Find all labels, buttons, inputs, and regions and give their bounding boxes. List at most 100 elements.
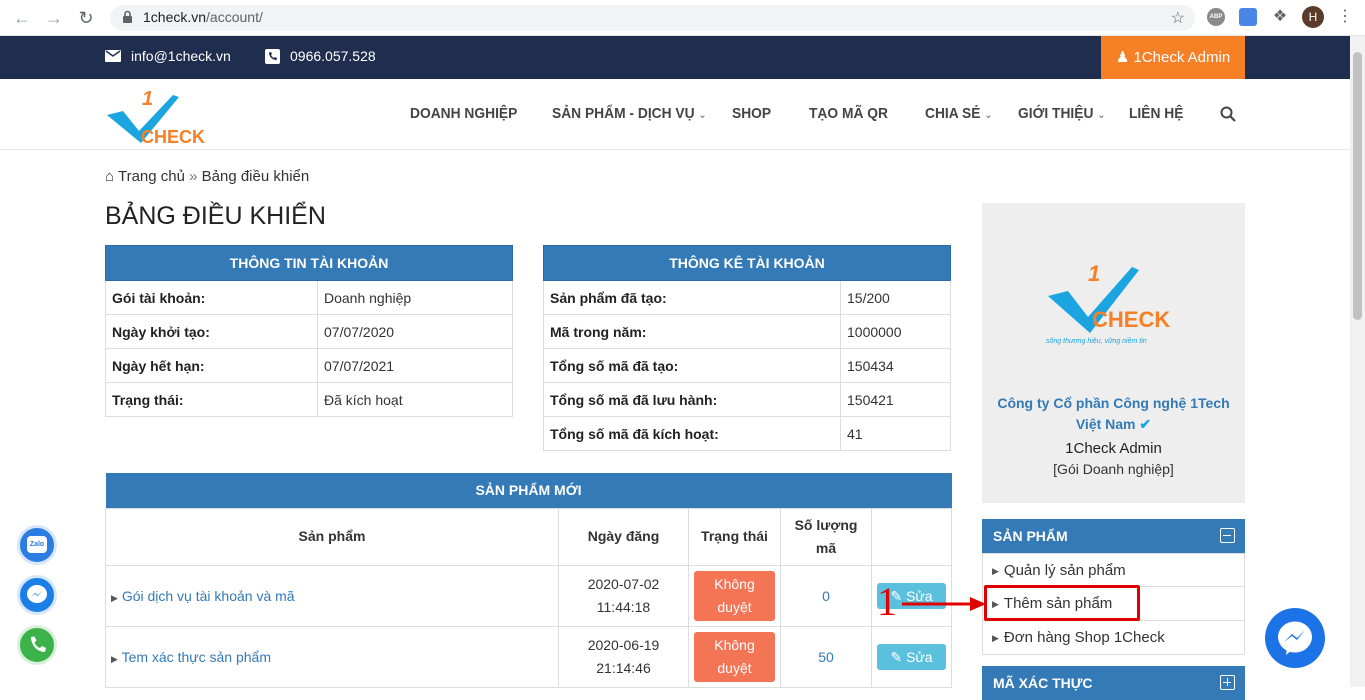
caret-right-icon: ▶ bbox=[111, 653, 118, 664]
row-key: Gói tài khoản: bbox=[105, 280, 318, 315]
status-cell: Không duyệt bbox=[688, 625, 781, 688]
phone-contact[interactable]: 0966.057.528 bbox=[265, 48, 376, 64]
row-key: Tổng số mã đã tạo: bbox=[543, 348, 841, 383]
reload-icon[interactable]: ↻ bbox=[76, 8, 96, 28]
new-products-table: SẢN PHẨM MỚI Sản phẩm Ngày đăng Trạng th… bbox=[105, 473, 952, 688]
email-text: info@1check.vn bbox=[131, 48, 231, 64]
site-logo[interactable]: 1 CHECK bbox=[105, 87, 215, 145]
edit-button[interactable]: ✎ Sửa bbox=[877, 643, 946, 670]
panel-title: SẢN PHẨM bbox=[993, 528, 1068, 544]
page-title: BẢNG ĐIỀU KHIỂN bbox=[105, 202, 326, 230]
breadcrumb-separator: » bbox=[189, 168, 198, 185]
account-stats-title: THÔNG KÊ TÀI KHOẢN bbox=[543, 245, 951, 281]
table-row: ▶ Gói dịch vụ tài khoản và mã 2020-07-02… bbox=[105, 564, 952, 627]
chevron-down-icon: ⌄ bbox=[1097, 109, 1106, 121]
pencil-icon: ✎ bbox=[890, 648, 903, 665]
col-header-date: Ngày đăng bbox=[558, 507, 689, 566]
status-cell: Không duyệt bbox=[688, 564, 781, 627]
extensions-puzzle-icon[interactable]: ❖ bbox=[1271, 8, 1289, 26]
messenger-chat-button[interactable] bbox=[17, 575, 57, 615]
nav-doanh-nghiep[interactable]: DOANH NGHIỆP bbox=[410, 105, 517, 122]
product-name-cell[interactable]: ▶ Tem xác thực sản phẩm bbox=[105, 625, 559, 688]
table-header-row: Sản phẩm Ngày đăng Trạng thái Số lượng mã bbox=[105, 507, 952, 566]
phone-call-icon bbox=[31, 636, 46, 652]
messenger-icon bbox=[1278, 621, 1312, 655]
messenger-fab-button[interactable] bbox=[1265, 608, 1325, 668]
date-cell: 2020-07-02 11:44:18 bbox=[558, 564, 689, 627]
call-phone-button[interactable] bbox=[17, 625, 57, 665]
col-header-status: Trạng thái bbox=[688, 507, 781, 566]
home-icon: ⌂ bbox=[105, 168, 115, 185]
svg-text:CHECK: CHECK bbox=[141, 127, 205, 145]
phone-text: 0966.057.528 bbox=[290, 48, 376, 64]
profile-avatar[interactable]: H bbox=[1302, 6, 1324, 28]
row-value: 150434 bbox=[840, 348, 951, 383]
browser-menu-icon[interactable]: ⋮ bbox=[1336, 8, 1354, 26]
company-logo: 1 CHECK sống thương hiệu, vững niềm tin bbox=[1046, 261, 1170, 345]
row-value: 41 bbox=[840, 416, 951, 451]
company-name: Công ty Cổ phần Công nghệ 1Tech Việt Nam… bbox=[997, 395, 1230, 432]
col-header-qty: Số lượng mã bbox=[780, 507, 872, 566]
row-value: 07/07/2020 bbox=[317, 314, 513, 349]
sidebar-link-shop-orders[interactable]: ▶ Đơn hàng Shop 1Check bbox=[982, 621, 1245, 655]
row-value: 15/200 bbox=[840, 280, 951, 315]
account-plan: [Gói Doanh nghiệp] bbox=[1053, 461, 1174, 477]
nav-gioi-thieu[interactable]: GIỚI THIỆU ⌄ bbox=[1018, 105, 1106, 122]
row-value: 07/07/2021 bbox=[317, 348, 513, 383]
nav-san-pham-dich-vu[interactable]: SẢN PHẨM - DỊCH VỤ ⌄ bbox=[552, 105, 707, 122]
svg-text:1: 1 bbox=[142, 88, 153, 110]
messenger-icon bbox=[27, 585, 47, 603]
product-name-cell[interactable]: ▶ Gói dịch vụ tài khoản và mã bbox=[105, 564, 559, 627]
action-cell: ✎ Sửa bbox=[871, 625, 952, 688]
expand-plus-icon[interactable] bbox=[1220, 675, 1235, 690]
row-key: Trạng thái: bbox=[105, 382, 318, 417]
col-header-product: Sản phẩm bbox=[105, 507, 559, 566]
caret-right-icon: ▶ bbox=[992, 633, 999, 643]
products-panel-header[interactable]: SẢN PHẨM bbox=[982, 519, 1245, 553]
chevron-down-icon: ⌄ bbox=[698, 109, 707, 121]
address-bar[interactable]: 1check.vn/account/ ☆ bbox=[110, 5, 1195, 31]
verified-check-icon: ✔ bbox=[1139, 416, 1152, 432]
svg-text:sống thương hiệu, vững niềm ti: sống thương hiệu, vững niềm tin bbox=[1046, 336, 1147, 345]
adblock-icon[interactable]: ABP bbox=[1207, 8, 1225, 26]
breadcrumb-current: Bảng điều khiển bbox=[201, 168, 310, 185]
annotation-highlight-box bbox=[984, 585, 1140, 621]
nav-lien-he[interactable]: LIÊN HỆ bbox=[1129, 105, 1183, 122]
row-value: 150421 bbox=[840, 382, 951, 417]
zalo-chat-button[interactable]: Zalo bbox=[17, 525, 57, 565]
translate-icon[interactable] bbox=[1239, 8, 1257, 26]
breadcrumb: ⌂ Trang chủ » Bảng điều khiển bbox=[105, 168, 309, 185]
site-header: 1 CHECK DOANH NGHIỆP SẢN PHẨM - DỊCH VỤ ⌄… bbox=[0, 79, 1350, 150]
col-header-action bbox=[871, 507, 952, 566]
back-icon[interactable]: ← bbox=[12, 8, 32, 28]
nav-shop[interactable]: SHOP bbox=[732, 105, 771, 122]
lock-icon bbox=[123, 10, 132, 23]
panel-title: MÃ XÁC THỰC bbox=[993, 675, 1093, 691]
zalo-icon: Zalo bbox=[27, 536, 47, 553]
svg-text:CHECK: CHECK bbox=[1092, 307, 1170, 332]
annotation-arrow-icon bbox=[902, 597, 986, 611]
forward-icon[interactable]: → bbox=[44, 8, 64, 28]
bookmark-star-icon[interactable]: ☆ bbox=[1171, 8, 1185, 28]
account-info-title: THÔNG TIN TÀI KHOẢN bbox=[105, 245, 513, 281]
row-key: Ngày khởi tạo: bbox=[105, 314, 318, 349]
caret-right-icon: ▶ bbox=[111, 592, 118, 603]
breadcrumb-home-link[interactable]: Trang chủ bbox=[118, 168, 185, 185]
collapse-minus-icon[interactable] bbox=[1220, 528, 1235, 543]
profile-card: 1 CHECK sống thương hiệu, vững niềm tin … bbox=[982, 203, 1245, 503]
row-key: Tổng số mã đã lưu hành: bbox=[543, 382, 841, 417]
admin-account-button[interactable]: ♟ 1Check Admin bbox=[1101, 36, 1245, 79]
contact-bar: info@1check.vn 0966.057.528 ♟ 1Check Adm… bbox=[0, 36, 1350, 79]
user-icon: ♟ bbox=[1115, 49, 1130, 66]
nav-chia-se[interactable]: CHIA SẺ ⌄ bbox=[925, 105, 993, 122]
sidebar-link-manage-products[interactable]: ▶ Quản lý sản phẩm bbox=[982, 553, 1245, 587]
search-icon[interactable] bbox=[1220, 106, 1236, 122]
account-name: 1Check Admin bbox=[1065, 440, 1162, 457]
annotation-step-number: 1 bbox=[877, 579, 897, 624]
scrollbar-thumb[interactable] bbox=[1353, 52, 1362, 320]
email-contact[interactable]: info@1check.vn bbox=[105, 48, 231, 64]
codes-panel-header[interactable]: MÃ XÁC THỰC bbox=[982, 666, 1245, 700]
nav-tao-ma-qr[interactable]: TẠO MÃ QR bbox=[809, 105, 888, 122]
row-value: Đã kích hoạt bbox=[317, 382, 513, 417]
row-key: Tổng số mã đã kích hoạt: bbox=[543, 416, 841, 451]
